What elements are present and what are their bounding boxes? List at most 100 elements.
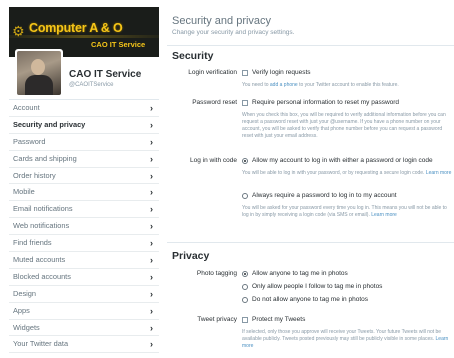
nav-label: Security and privacy (13, 119, 86, 129)
login-with-code-label: Log in with code (190, 157, 237, 164)
page-title: Security and privacy (172, 15, 272, 27)
nav-label: Muted accounts (13, 255, 66, 265)
chevron-right-icon: › (150, 305, 153, 316)
chevron-right-icon: › (150, 322, 153, 333)
photo-tagging-none-radio[interactable] (242, 296, 248, 303)
nav-item-find-friends[interactable]: Find friends › (9, 235, 159, 253)
chevron-right-icon: › (150, 221, 153, 232)
option-text: Always require a password to log in to m… (252, 192, 397, 199)
help-text: to your Twitter account to enable this f… (297, 82, 399, 88)
nav-item-security-and-privacy[interactable]: Security and privacy › (9, 117, 159, 134)
photo-tagging-anyone-radio[interactable] (242, 270, 248, 277)
password-reset-help: When you check this box, you will be req… (242, 112, 446, 140)
verify-login-checkbox[interactable] (242, 69, 248, 76)
nav-item-blocked-accounts[interactable]: Blocked accounts › (9, 269, 159, 286)
nav-label: Your Twitter data (13, 339, 69, 349)
allow-password-or-code-radio[interactable] (242, 157, 248, 164)
settings-nav: Account › Security and privacy › Password ›… (9, 99, 159, 354)
learn-more-link[interactable]: Learn more (426, 170, 452, 176)
nav-label: Widgets (13, 322, 40, 332)
nav-item-mobile[interactable]: Mobile › (9, 184, 159, 202)
chevron-right-icon: › (150, 255, 153, 266)
profile-handle: @CAOITService (69, 82, 114, 88)
add-phone-link[interactable]: add a phone (270, 82, 298, 88)
photo-tagging-followed-radio[interactable] (242, 283, 248, 290)
brand-name: Computer A & O (29, 21, 123, 35)
privacy-section-title: Privacy (172, 250, 210, 262)
photo-tagging-followed-option[interactable]: Only allow people I follow to tag me in … (242, 283, 382, 290)
nav-label: Blocked accounts (13, 271, 71, 281)
avatar[interactable] (15, 49, 63, 97)
photo-tagging-none-option[interactable]: Do not allow anyone to tag me in photos (242, 296, 368, 303)
nav-label: Mobile (13, 187, 35, 197)
protect-tweets-checkbox[interactable] (242, 316, 248, 323)
allow-password-or-code-option[interactable]: Allow my account to log in with either a… (242, 157, 433, 164)
nav-label: Email notifications (13, 204, 73, 214)
nav-item-email-notifications[interactable]: Email notifications › (9, 201, 159, 219)
option-text: Protect my Tweets (252, 316, 306, 323)
help-text: You will be asked for your password ever… (242, 205, 447, 219)
chevron-right-icon: › (150, 204, 153, 215)
nav-item-your-twitter-data[interactable]: Your Twitter data › (9, 336, 159, 354)
option-text: Allow my account to log in with either a… (252, 157, 433, 164)
chevron-right-icon: › (150, 170, 153, 181)
require-personal-info-checkbox[interactable] (242, 99, 248, 106)
nav-item-cards-and-shipping[interactable]: Cards and shipping › (9, 151, 159, 168)
learn-more-link[interactable]: Learn more (371, 212, 397, 218)
chevron-right-icon: › (150, 119, 153, 130)
chevron-right-icon: › (150, 339, 153, 350)
nav-item-password[interactable]: Password › (9, 134, 159, 151)
settings-page: ⚙ Computer A & O CAO IT Service CAO IT S… (0, 0, 454, 358)
tweet-privacy-help: If selected, only those you approve will… (242, 329, 452, 350)
require-personal-info-option[interactable]: Require personal information to reset my… (242, 99, 399, 106)
nav-label: Password (13, 136, 46, 146)
nav-label: Account (13, 103, 40, 112)
option-text: Allow anyone to tag me in photos (252, 270, 348, 277)
nav-item-web-notifications[interactable]: Web notifications › (9, 218, 159, 236)
photo-tagging-anyone-option[interactable]: Allow anyone to tag me in photos (242, 270, 348, 277)
nav-label: Design (13, 288, 37, 298)
nav-item-order-history[interactable]: Order history › (9, 168, 159, 185)
option-text: Verify login requests (252, 69, 311, 76)
help-text: You will be able to log in with your pas… (242, 170, 425, 176)
always-require-password-help: You will be asked for your password ever… (242, 205, 452, 219)
nav-label: Apps (13, 305, 30, 315)
option-text: Require personal information to reset my… (252, 99, 400, 106)
nav-item-widgets[interactable]: Widgets › (9, 320, 159, 337)
chevron-right-icon: › (150, 187, 153, 198)
nav-item-apps[interactable]: Apps › (9, 303, 159, 320)
nav-label: Find friends (13, 238, 52, 248)
page-subtitle: Change your security and privacy setting… (172, 29, 295, 36)
nav-item-design[interactable]: Design › (9, 286, 159, 303)
nav-label: Cards and shipping (13, 153, 77, 163)
verify-login-requests-option[interactable]: Verify login requests (242, 69, 311, 76)
nav-item-account[interactable]: Account › (9, 100, 159, 117)
chevron-right-icon: › (150, 153, 153, 164)
nav-label: Order history (13, 170, 56, 180)
header-divider (167, 45, 454, 46)
help-text: If selected, only those you approve will… (242, 329, 442, 343)
gear-logo-icon: ⚙ (12, 23, 25, 39)
profile-name[interactable]: CAO IT Service (69, 69, 141, 80)
password-reset-label: Password reset (192, 99, 237, 106)
option-text: Do not allow anyone to tag me in photos (252, 296, 368, 303)
login-verification-label: Login verification (188, 69, 237, 76)
banner-glow (9, 35, 159, 38)
protect-tweets-option[interactable]: Protect my Tweets (242, 316, 305, 323)
tweet-privacy-label: Tweet privacy (197, 316, 237, 323)
section-divider (167, 242, 454, 243)
login-verification-help: You need to add a phone to your Twitter … (242, 82, 452, 89)
help-text: You need to (242, 82, 270, 88)
always-require-password-option[interactable]: Always require a password to log in to m… (242, 192, 397, 199)
always-require-password-radio[interactable] (242, 192, 248, 199)
nav-label: Web notifications (13, 221, 70, 231)
avatar-image (17, 51, 61, 95)
nav-item-muted-accounts[interactable]: Muted accounts › (9, 252, 159, 269)
security-section-title: Security (172, 50, 214, 62)
chevron-right-icon: › (150, 238, 153, 249)
brand-tagline: CAO IT Service (91, 40, 146, 49)
photo-tagging-label: Photo tagging (196, 270, 237, 277)
chevron-right-icon: › (150, 136, 153, 147)
chevron-right-icon: › (150, 103, 153, 113)
chevron-right-icon: › (150, 271, 153, 282)
